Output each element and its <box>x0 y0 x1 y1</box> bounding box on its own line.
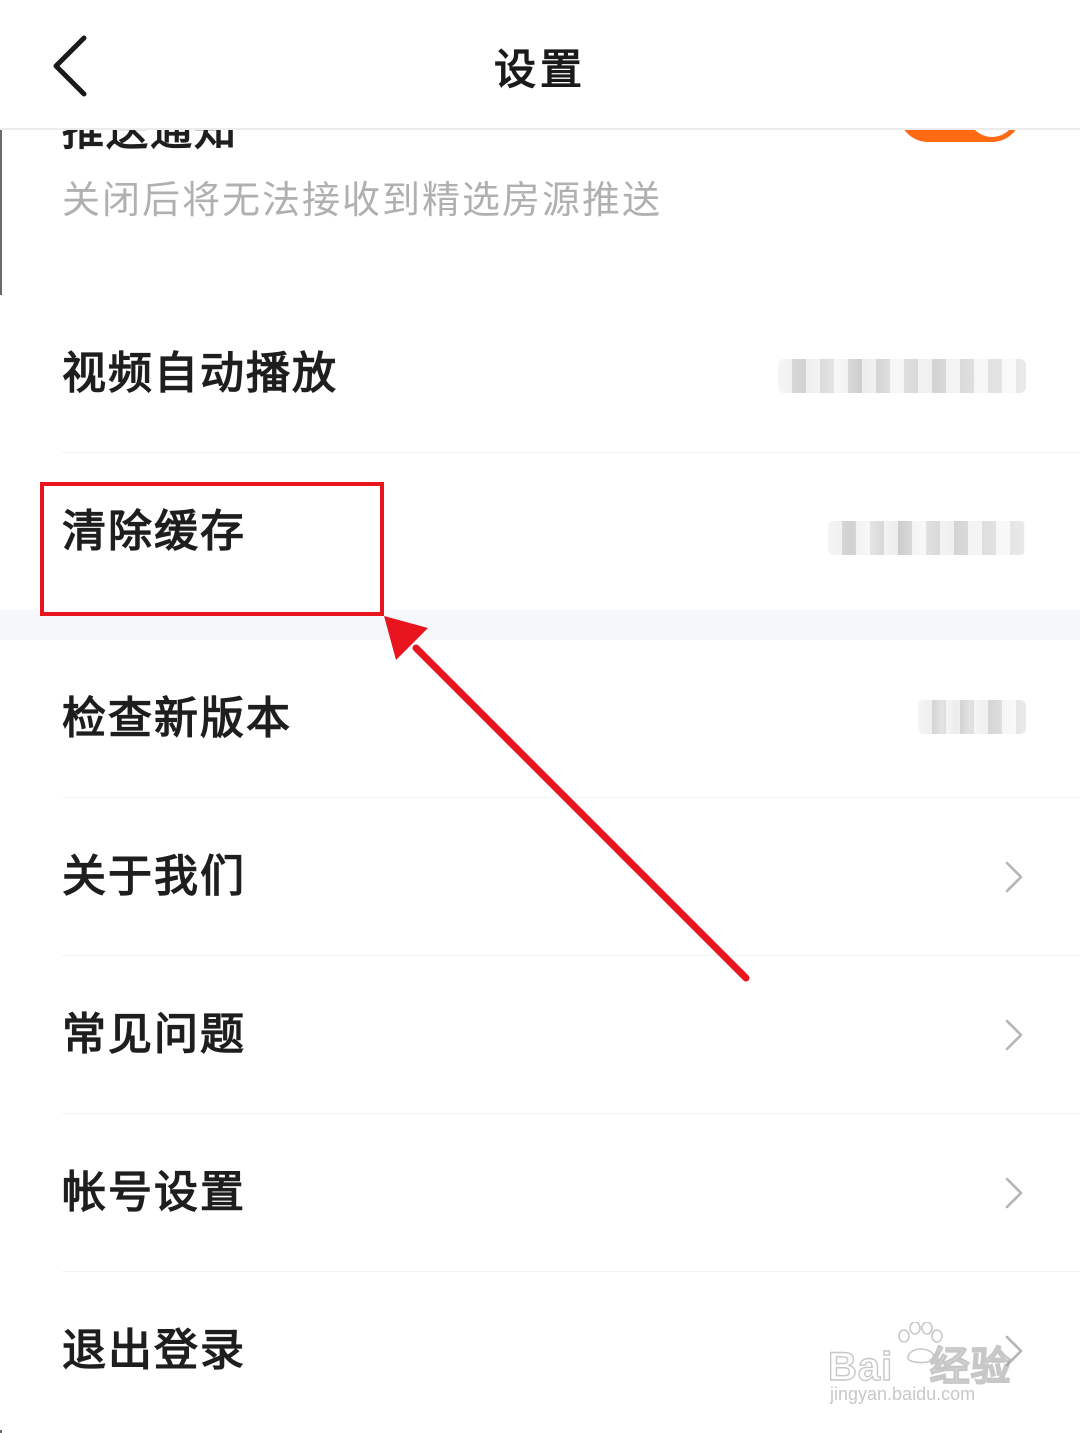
settings-list[interactable]: 推送通知 关闭后将无法接收到精选房源推送 视频自动播放 清除缓存 检查新版本 关… <box>0 130 1080 1433</box>
annotation-highlight-box <box>40 482 384 616</box>
page-title: 设置 <box>493 45 586 94</box>
top-bar: 设置 <box>0 0 1080 128</box>
setting-item-label: 视频自动播放 <box>62 348 338 399</box>
header-divider <box>0 128 1080 130</box>
setting-item-label: 退出登录 <box>62 1325 246 1376</box>
blurred-value <box>828 521 1026 555</box>
setting-item-label: 常见问题 <box>62 1009 246 1060</box>
setting-item-label: 帐号设置 <box>62 1167 246 1218</box>
push-notification-item: 推送通知 关闭后将无法接收到精选房源推送 <box>0 130 1080 295</box>
push-notification-label: 推送通知 <box>62 130 239 155</box>
chevron-right-icon <box>1005 861 1023 893</box>
push-notification-description: 关闭后将无法接收到精选房源推送 <box>62 178 663 222</box>
paw-icon <box>898 1322 943 1364</box>
chevron-right-icon <box>1005 1019 1023 1051</box>
setting-item-about-us[interactable]: 关于我们 <box>0 798 1080 956</box>
blurred-value <box>778 359 1026 393</box>
watermark-url: jingyan.baidu.com <box>830 1384 976 1404</box>
setting-item-faq[interactable]: 常见问题 <box>0 956 1080 1114</box>
setting-item-check-update[interactable]: 检查新版本 <box>0 640 1080 798</box>
setting-item-label: 关于我们 <box>62 851 246 902</box>
chevron-right-icon <box>1005 1177 1023 1209</box>
blurred-value <box>918 700 1026 734</box>
setting-item-video-autoplay[interactable]: 视频自动播放 <box>0 295 1080 453</box>
toggle-knob <box>968 130 1016 137</box>
setting-item-account-settings[interactable]: 帐号设置 <box>0 1114 1080 1272</box>
push-notification-toggle[interactable] <box>899 130 1021 142</box>
setting-item-label: 检查新版本 <box>62 693 292 744</box>
baidu-jingyan-watermark: Bai 经验 jingyan.baidu.com <box>827 1320 1028 1410</box>
